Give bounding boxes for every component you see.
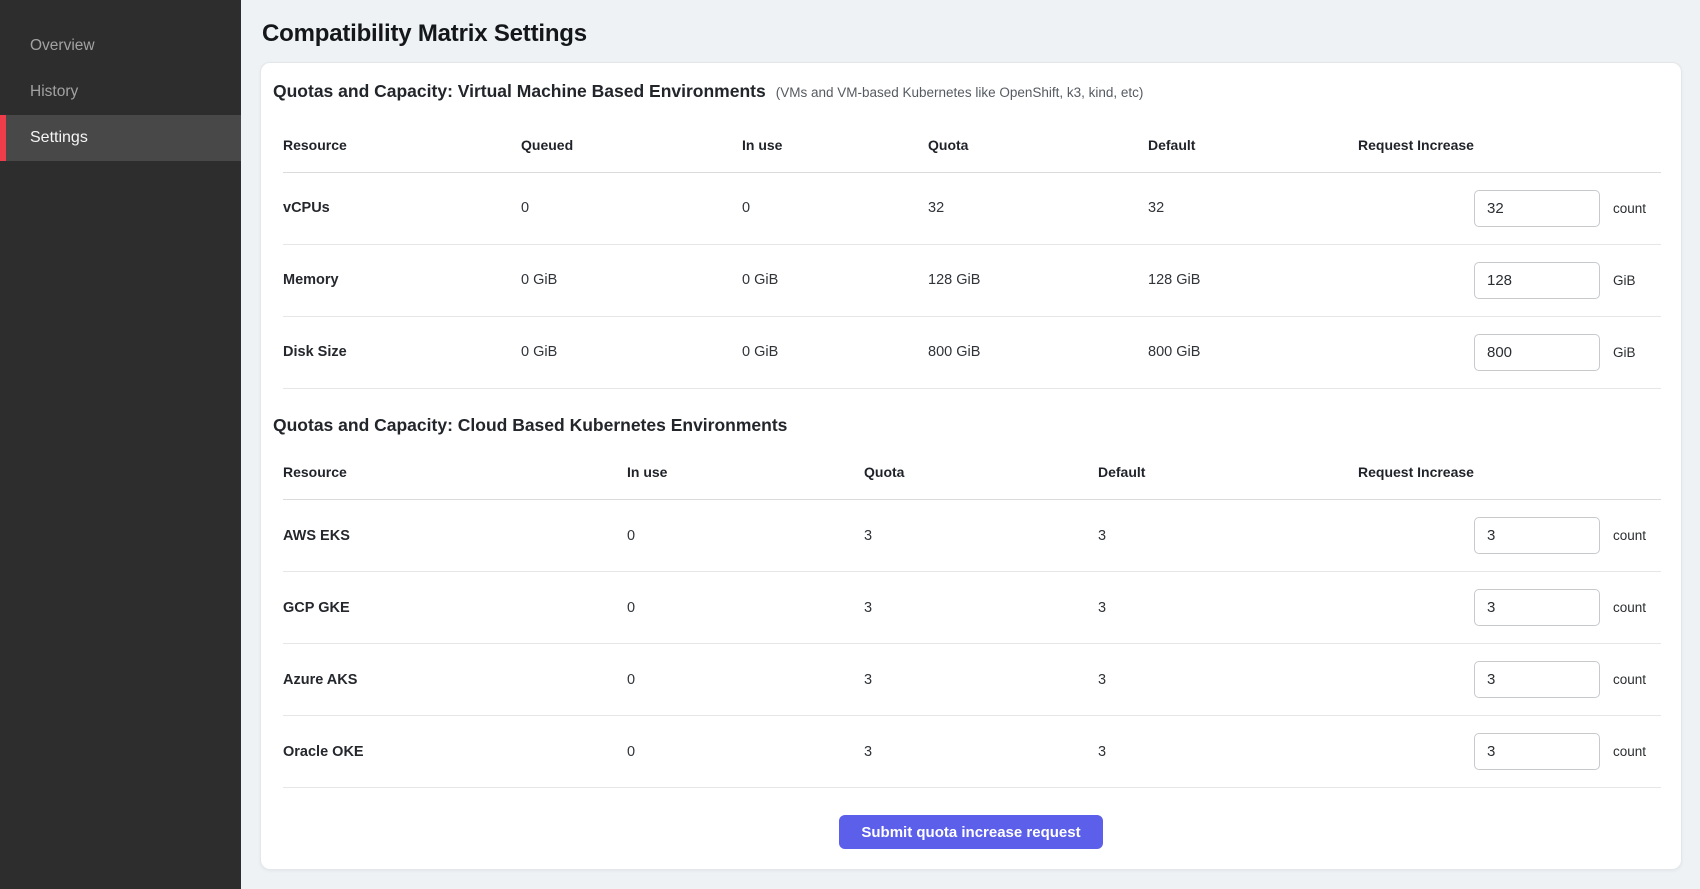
table-row: Oracle OKE 0 3 3 count <box>283 716 1661 788</box>
resource-name: Oracle OKE <box>283 716 627 788</box>
vm-table-header-row: Resource Queued In use Quota Default Req… <box>283 118 1661 172</box>
column-header-in-use: In use <box>627 446 864 500</box>
active-indicator-bar <box>0 115 6 161</box>
sidebar-item-history[interactable]: History <box>0 69 241 115</box>
cloud-section-title: Quotas and Capacity: Cloud Based Kuberne… <box>273 415 787 436</box>
cloud-quota-table: Resource In use Quota Default Request In… <box>283 446 1661 789</box>
page-title: Compatibility Matrix Settings <box>262 20 1683 48</box>
sidebar-item-overview[interactable]: Overview <box>0 23 241 69</box>
default-value: 3 <box>1098 716 1358 788</box>
column-header-resource: Resource <box>283 446 627 500</box>
table-row: Azure AKS 0 3 3 count <box>283 644 1661 716</box>
default-value: 3 <box>1098 644 1358 716</box>
unit-label: GiB <box>1613 273 1636 288</box>
unit-label: count <box>1613 528 1646 543</box>
main-content: Compatibility Matrix Settings Quotas and… <box>241 0 1700 889</box>
in-use-value: 0 <box>627 644 864 716</box>
request-increase-cell: GiB <box>1358 334 1661 371</box>
quota-value: 3 <box>864 572 1098 644</box>
column-header-request-increase: Request Increase <box>1358 118 1661 172</box>
table-row: AWS EKS 0 3 3 count <box>283 500 1661 572</box>
column-header-in-use: In use <box>742 118 928 172</box>
resource-name: AWS EKS <box>283 500 627 572</box>
default-value: 128 GiB <box>1148 244 1358 316</box>
column-header-default: Default <box>1098 446 1358 500</box>
request-increase-input-vcpus[interactable] <box>1474 190 1600 227</box>
in-use-value: 0 <box>742 172 928 244</box>
queued-value: 0 GiB <box>521 244 742 316</box>
sidebar-item-settings[interactable]: Settings <box>0 115 241 161</box>
submit-button-row: Submit quota increase request <box>272 815 1670 849</box>
sidebar: Overview History Settings <box>0 0 241 889</box>
vm-section-header: Quotas and Capacity: Virtual Machine Bas… <box>273 81 1669 102</box>
request-increase-input-oracle-oke[interactable] <box>1474 733 1600 770</box>
table-row: Memory 0 GiB 0 GiB 128 GiB 128 GiB GiB <box>283 244 1661 316</box>
request-increase-cell: count <box>1358 190 1661 227</box>
in-use-value: 0 <box>627 716 864 788</box>
vm-quota-table: Resource Queued In use Quota Default Req… <box>283 118 1661 389</box>
cloud-table-header-row: Resource In use Quota Default Request In… <box>283 446 1661 500</box>
column-header-resource: Resource <box>283 118 521 172</box>
queued-value: 0 <box>521 172 742 244</box>
quota-value: 32 <box>928 172 1148 244</box>
unit-label: count <box>1613 600 1646 615</box>
request-increase-input-azure-aks[interactable] <box>1474 661 1600 698</box>
default-value: 3 <box>1098 500 1358 572</box>
column-header-default: Default <box>1148 118 1358 172</box>
column-header-quota: Quota <box>864 446 1098 500</box>
unit-label: count <box>1613 672 1646 687</box>
sidebar-item-label: Overview <box>30 37 95 55</box>
unit-label: GiB <box>1613 345 1636 360</box>
default-value: 800 GiB <box>1148 316 1358 388</box>
request-increase-cell: count <box>1358 589 1661 626</box>
unit-label: count <box>1613 201 1646 216</box>
vm-section-title: Quotas and Capacity: Virtual Machine Bas… <box>273 81 766 102</box>
resource-name: Disk Size <box>283 316 521 388</box>
default-value: 32 <box>1148 172 1358 244</box>
settings-card: Quotas and Capacity: Virtual Machine Bas… <box>260 62 1682 870</box>
quota-value: 800 GiB <box>928 316 1148 388</box>
unit-label: count <box>1613 744 1646 759</box>
request-increase-cell: count <box>1358 517 1661 554</box>
request-increase-cell: count <box>1358 661 1661 698</box>
request-increase-input-aws-eks[interactable] <box>1474 517 1600 554</box>
sidebar-item-label: History <box>30 83 78 101</box>
request-increase-input-memory[interactable] <box>1474 262 1600 299</box>
resource-name: Memory <box>283 244 521 316</box>
request-increase-cell: count <box>1358 733 1661 770</box>
table-row: GCP GKE 0 3 3 count <box>283 572 1661 644</box>
resource-name: Azure AKS <box>283 644 627 716</box>
quota-value: 3 <box>864 644 1098 716</box>
queued-value: 0 GiB <box>521 316 742 388</box>
in-use-value: 0 GiB <box>742 244 928 316</box>
in-use-value: 0 <box>627 572 864 644</box>
quota-value: 3 <box>864 716 1098 788</box>
cloud-section-header: Quotas and Capacity: Cloud Based Kuberne… <box>273 415 1669 436</box>
request-increase-input-gcp-gke[interactable] <box>1474 589 1600 626</box>
submit-quota-increase-button[interactable]: Submit quota increase request <box>839 815 1102 849</box>
quota-value: 3 <box>864 500 1098 572</box>
resource-name: GCP GKE <box>283 572 627 644</box>
table-row: Disk Size 0 GiB 0 GiB 800 GiB 800 GiB Gi… <box>283 316 1661 388</box>
resource-name: vCPUs <box>283 172 521 244</box>
quota-value: 128 GiB <box>928 244 1148 316</box>
table-row: vCPUs 0 0 32 32 count <box>283 172 1661 244</box>
sidebar-item-label: Settings <box>30 129 88 147</box>
in-use-value: 0 GiB <box>742 316 928 388</box>
in-use-value: 0 <box>627 500 864 572</box>
request-increase-cell: GiB <box>1358 262 1661 299</box>
column-header-queued: Queued <box>521 118 742 172</box>
request-increase-input-disk-size[interactable] <box>1474 334 1600 371</box>
default-value: 3 <box>1098 572 1358 644</box>
column-header-quota: Quota <box>928 118 1148 172</box>
column-header-request-increase: Request Increase <box>1358 446 1661 500</box>
vm-section-subtitle: (VMs and VM-based Kubernetes like OpenSh… <box>776 85 1144 100</box>
